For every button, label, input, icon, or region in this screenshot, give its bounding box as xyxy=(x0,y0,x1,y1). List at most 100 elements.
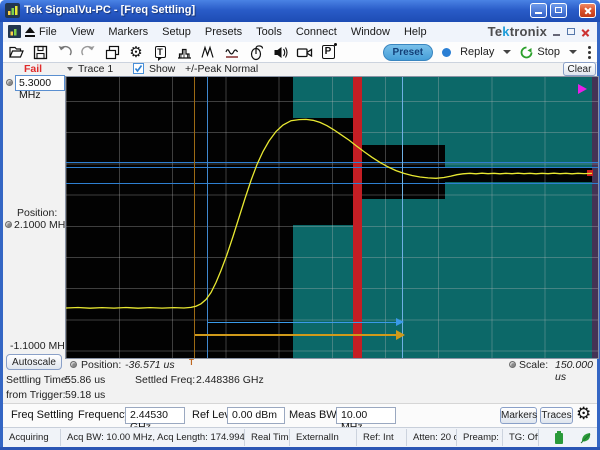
settings-gear-icon-bottom[interactable]: ⚙ xyxy=(576,405,591,423)
stop-button[interactable]: Stop xyxy=(537,46,560,58)
measurement-name: Freq Settling xyxy=(11,409,74,421)
show-label: Show xyxy=(149,63,176,75)
trace-control-row: Fail Trace 1 Show +/-Peak Normal Clear xyxy=(3,62,597,77)
markers-button[interactable]: Markers xyxy=(500,407,537,424)
title-bar: Tek SignalVu-PC - [Freq Settling] xyxy=(0,0,600,22)
measurement-control-bar: Freq Settling Frequency 2.44530 GHz Ref … xyxy=(3,403,597,433)
stop-dropdown-caret[interactable] xyxy=(569,50,577,54)
menu-help[interactable]: Help xyxy=(404,26,427,38)
status-atten: Atten: 20 dB xyxy=(407,429,457,446)
xaxis-position-knob-icon[interactable] xyxy=(70,361,77,368)
plot-area[interactable] xyxy=(65,76,599,359)
frequency-input[interactable]: 2.44530 GHz xyxy=(125,407,185,433)
trace-dropdown-caret[interactable] xyxy=(67,67,73,71)
preset-p-icon[interactable]: P xyxy=(319,43,337,61)
battery-icon xyxy=(555,431,563,444)
trace-svg xyxy=(66,118,593,309)
tektronix-logo: Tektronix xyxy=(487,24,547,39)
close-button[interactable] xyxy=(579,3,596,18)
frequency-label: Frequency xyxy=(78,409,130,421)
trigger-t-marker[interactable]: T xyxy=(189,358,194,367)
camera-icon[interactable] xyxy=(295,43,313,61)
menu-markers[interactable]: Markers xyxy=(108,26,148,38)
app-icon xyxy=(5,3,20,18)
yaxis-top-knob-icon[interactable] xyxy=(6,79,13,86)
toolbar: ⚙ T P Preset Replay Stop xyxy=(3,42,597,63)
audio-icon[interactable] xyxy=(271,43,289,61)
from-trigger-value: 59.18 us xyxy=(65,389,106,401)
clear-button[interactable]: Clear xyxy=(563,62,596,76)
menu-setup[interactable]: Setup xyxy=(162,26,191,38)
menu-items: File View Markers Setup Presets Tools Co… xyxy=(39,22,427,42)
window-title: Tek SignalVu-PC - [Freq Settling] xyxy=(24,4,196,16)
from-trigger-label: from Trigger: xyxy=(6,389,66,401)
yaxis-bottom-label: -1.1000 MHz xyxy=(10,340,71,352)
mouse-icon[interactable] xyxy=(247,43,265,61)
menu-tools[interactable]: Tools xyxy=(256,26,282,38)
status-acq-bw: Acq BW: 10.00 MHz, Acq Length: 174.994 u… xyxy=(61,429,245,446)
mdi-minimize-icon[interactable] xyxy=(553,28,563,37)
pass-fail-status: Fail xyxy=(24,63,43,75)
maximize-button[interactable] xyxy=(550,3,567,18)
preset-button[interactable]: Preset xyxy=(382,43,434,61)
menu-window[interactable]: Window xyxy=(351,26,390,38)
menu-presets[interactable]: Presets xyxy=(205,26,242,38)
xaxis-position-label: Position: xyxy=(81,359,122,371)
settled-freq-label: Settled Freq: xyxy=(135,374,196,386)
ref-lev-label: Ref Lev xyxy=(192,409,230,421)
trace-wave-icon[interactable] xyxy=(223,43,241,61)
trace-peaks-icon[interactable] xyxy=(199,43,217,61)
show-checkbox[interactable] xyxy=(133,63,144,74)
trace-selector[interactable]: Trace 1 xyxy=(78,63,113,75)
redo-icon[interactable] xyxy=(79,43,97,61)
menu-bar: File View Markers Setup Presets Tools Co… xyxy=(3,22,597,43)
status-preamp: Preamp: Off xyxy=(457,429,503,446)
ref-lev-input[interactable]: 0.00 dBm xyxy=(227,407,285,424)
settled-freq-value: 2.448386 GHz xyxy=(196,374,264,386)
status-acquiring: Acquiring xyxy=(3,429,61,446)
save-icon[interactable] xyxy=(31,43,49,61)
run-status-icon xyxy=(520,46,533,58)
autoscale-button[interactable]: Autoscale xyxy=(6,354,62,370)
pulse-display-icon[interactable] xyxy=(175,43,193,61)
minimize-button[interactable] xyxy=(530,3,547,18)
settings-gear-icon[interactable]: ⚙ xyxy=(127,43,145,61)
more-options-icon[interactable] xyxy=(588,45,591,59)
leaf-icon xyxy=(580,433,591,444)
yaxis-position-label: Position: xyxy=(17,207,58,219)
mdi-close-icon[interactable] xyxy=(581,28,591,37)
meas-bw-label: Meas BW xyxy=(289,409,337,421)
menu-file[interactable]: File xyxy=(39,26,57,38)
meas-bw-input[interactable]: 10.00 MHz xyxy=(336,407,396,433)
status-ref: Ref: Int xyxy=(357,429,407,446)
xaxis-scale-knob-icon[interactable] xyxy=(509,361,516,368)
yaxis-top-field[interactable]: 5.3000 MHz xyxy=(15,75,65,101)
xaxis-scale-value[interactable]: 150.000 us xyxy=(555,359,597,383)
client-area: File View Markers Setup Presets Tools Co… xyxy=(3,22,599,447)
status-input: ExternalIn xyxy=(290,429,357,446)
app-window: Tek SignalVu-PC - [Freq Settling] File V… xyxy=(0,0,600,450)
replay-dropdown-caret[interactable] xyxy=(503,50,512,54)
text-marker-icon[interactable]: T xyxy=(151,43,169,61)
xaxis-scale-label: Scale: xyxy=(519,359,549,371)
undo-icon[interactable] xyxy=(55,43,73,61)
menu-view[interactable]: View xyxy=(71,26,95,38)
document-mini-icon[interactable] xyxy=(8,25,21,38)
menu-connect[interactable]: Connect xyxy=(296,26,337,38)
yaxis-position-knob-icon[interactable] xyxy=(5,221,12,228)
traces-button[interactable]: Traces xyxy=(540,407,573,424)
replay-button[interactable]: Replay xyxy=(460,46,494,58)
status-tg: TG: Off xyxy=(503,429,539,446)
settling-time-label: Settling Time: xyxy=(6,374,70,386)
yaxis-position-value[interactable]: 2.1000 MHz xyxy=(14,219,71,231)
xaxis-position-value[interactable]: -36.571 us xyxy=(125,359,175,371)
status-bar: Acquiring Acq BW: 10.00 MHz, Acq Length:… xyxy=(3,427,597,447)
open-icon[interactable] xyxy=(7,43,25,61)
detector-label: +/-Peak Normal xyxy=(185,63,259,75)
settling-time-value: 55.86 us xyxy=(65,374,106,386)
replay-status-icon xyxy=(442,47,452,57)
mdi-restore-icon[interactable] xyxy=(567,28,577,37)
status-real-time: Real Time xyxy=(245,429,290,446)
displays-icon[interactable] xyxy=(103,43,121,61)
eject-icon[interactable] xyxy=(25,27,35,37)
